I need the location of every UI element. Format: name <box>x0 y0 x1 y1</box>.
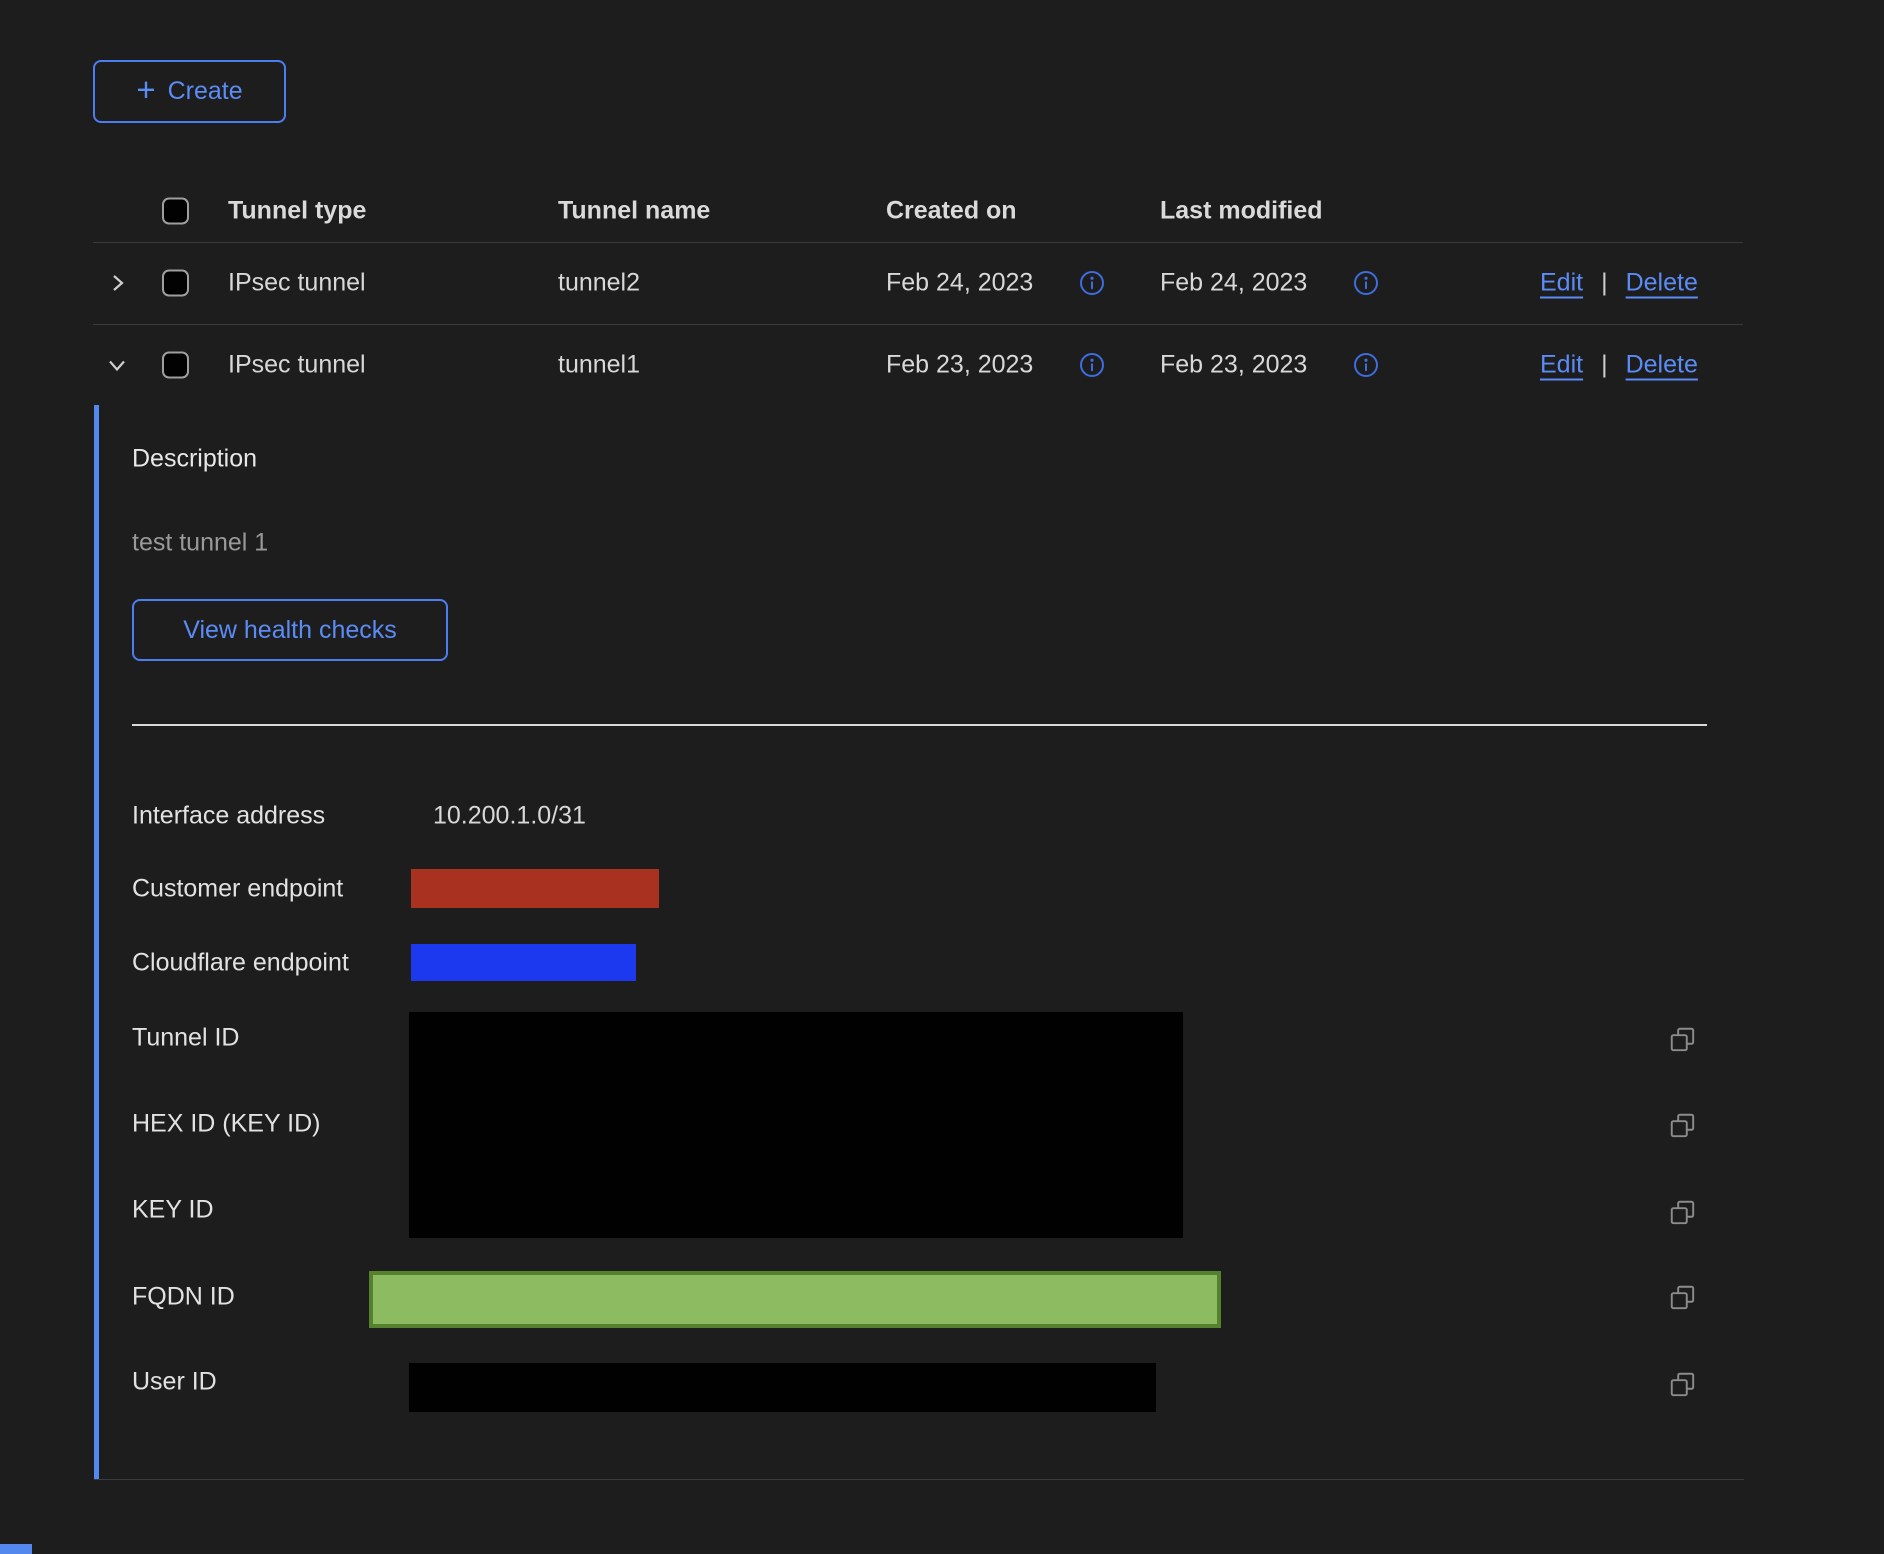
row-divider <box>93 324 1743 325</box>
interface-address-label: Interface address <box>132 802 325 831</box>
table-bottom-divider <box>94 1479 1744 1480</box>
fqdn-id-redaction <box>369 1271 1221 1328</box>
copy-key-id-icon[interactable] <box>1668 1198 1698 1228</box>
hex-id-label: HEX ID (KEY ID) <box>132 1110 320 1139</box>
cloudflare-endpoint-label: Cloudflare endpoint <box>132 949 349 978</box>
tunnel-name-cell: tunnel1 <box>558 351 640 380</box>
created-on-cell: Feb 24, 2023 <box>886 269 1033 298</box>
info-icon[interactable] <box>1079 352 1105 378</box>
customer-endpoint-label: Customer endpoint <box>132 875 343 904</box>
copy-tunnel-id-icon[interactable] <box>1668 1025 1698 1055</box>
info-icon[interactable] <box>1353 352 1379 378</box>
row-checkbox[interactable] <box>162 270 189 297</box>
tunnel-id-label: Tunnel ID <box>132 1024 239 1053</box>
copy-fqdn-id-icon[interactable] <box>1668 1283 1698 1313</box>
tunnel-type-cell: IPsec tunnel <box>228 269 366 298</box>
ids-redaction-block <box>409 1012 1183 1238</box>
user-id-label: User ID <box>132 1368 217 1397</box>
create-button-label: Create <box>168 77 243 106</box>
select-all-checkbox[interactable] <box>162 198 189 225</box>
delete-link[interactable]: Delete <box>1626 269 1698 298</box>
description-label: Description <box>132 445 257 474</box>
view-health-checks-button[interactable]: View health checks <box>132 599 448 661</box>
edit-link[interactable]: Edit <box>1540 351 1583 380</box>
view-health-checks-label: View health checks <box>183 616 397 645</box>
tunnel-type-cell: IPsec tunnel <box>228 351 366 380</box>
create-button[interactable]: + Create <box>93 60 286 123</box>
description-value: test tunnel 1 <box>132 529 268 558</box>
key-id-label: KEY ID <box>132 1196 214 1225</box>
copy-hex-id-icon[interactable] <box>1668 1111 1698 1141</box>
plus-icon: + <box>136 73 155 106</box>
edit-link[interactable]: Edit <box>1540 269 1583 298</box>
copy-user-id-icon[interactable] <box>1668 1370 1698 1400</box>
header-tunnel-type: Tunnel type <box>228 197 366 226</box>
chevron-down-icon[interactable] <box>104 352 130 378</box>
info-icon[interactable] <box>1079 270 1105 296</box>
action-separator: | <box>1601 269 1608 298</box>
ipsec-tunnels-page: + Create Tunnel type Tunnel name Created… <box>0 0 1884 1554</box>
header-divider <box>93 242 1743 243</box>
created-on-cell: Feb 23, 2023 <box>886 351 1033 380</box>
info-icon[interactable] <box>1353 270 1379 296</box>
tunnel-name-cell: tunnel2 <box>558 269 640 298</box>
last-modified-cell: Feb 23, 2023 <box>1160 351 1307 380</box>
row-checkbox[interactable] <box>162 352 189 379</box>
user-id-redaction <box>409 1363 1156 1412</box>
expanded-panel-border <box>94 405 99 1480</box>
action-separator: | <box>1601 351 1608 380</box>
fqdn-id-label: FQDN ID <box>132 1283 235 1312</box>
section-divider <box>132 724 1707 726</box>
delete-link[interactable]: Delete <box>1626 351 1698 380</box>
cloudflare-endpoint-redaction <box>411 944 636 981</box>
last-modified-cell: Feb 24, 2023 <box>1160 269 1307 298</box>
header-tunnel-name: Tunnel name <box>558 197 710 226</box>
customer-endpoint-redaction <box>411 869 659 908</box>
header-last-modified: Last modified <box>1160 197 1323 226</box>
scroll-cutoff-panel-border <box>0 1544 32 1554</box>
chevron-right-icon[interactable] <box>104 270 130 296</box>
header-created-on: Created on <box>886 197 1017 226</box>
interface-address-value: 10.200.1.0/31 <box>433 802 586 831</box>
